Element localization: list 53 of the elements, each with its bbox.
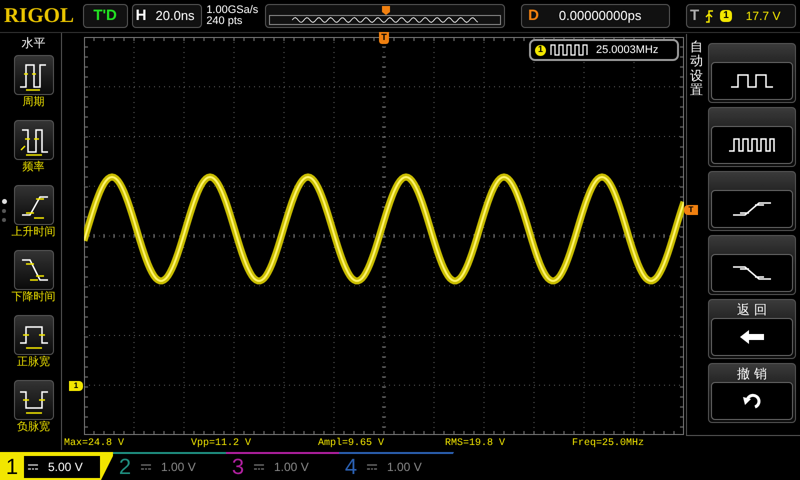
measure-label: 正脉宽 [17, 355, 50, 369]
measure-button[interactable] [14, 250, 54, 290]
menu-title: 自动设置 [690, 40, 703, 98]
pulse-train-icon [728, 137, 776, 153]
dc-coupling-icon [141, 464, 151, 470]
counter-channel: 1 [535, 44, 546, 56]
delay-value: 0.00000000ps [558, 7, 642, 26]
trigger-position-icon [382, 6, 390, 15]
trigger-position-marker: T [379, 32, 389, 44]
trigger-level-marker: T [684, 205, 698, 215]
square-wave-icon [730, 73, 774, 89]
trigger-source: 1 [720, 10, 732, 22]
measure-button[interactable] [14, 120, 54, 160]
measure-label: 负脉宽 [17, 420, 50, 434]
sample-rate: 1.00GSa/s [206, 5, 260, 16]
rising-edge-icon [705, 10, 714, 22]
delay-label: D [527, 6, 540, 26]
brand-logo: RIGOL [4, 2, 76, 30]
measure-button[interactable] [14, 185, 54, 225]
timebase-label: H [134, 6, 148, 26]
counter-value: 25.0003MHz [595, 42, 658, 58]
measurement-readout: RMS=19.8 V [444, 436, 506, 450]
menu-title: 水平 [20, 36, 46, 50]
measurement-readout: Vpp=11.2 V [190, 436, 252, 450]
channel-tab[interactable]: 1 5.00 V [0, 452, 115, 480]
measure-button[interactable] [14, 315, 54, 355]
run-status: T'D [82, 4, 128, 28]
left-arrow-icon [739, 329, 765, 345]
softkey-button[interactable]: 返 回 [708, 299, 796, 359]
channel-ground-marker: 1 [69, 381, 83, 391]
measurement-readout: Freq=25.0MHz [571, 436, 646, 450]
measure-label: 周期 [22, 95, 44, 109]
measure-button[interactable] [14, 380, 54, 420]
softkey-button[interactable] [708, 107, 796, 167]
undo-icon [742, 393, 762, 409]
measure-button[interactable] [14, 55, 54, 95]
measurement-readout: Ampl=9.65 V [317, 436, 386, 450]
measure-label: 频率 [22, 160, 44, 174]
measure-label: 上升时间 [12, 225, 56, 239]
dc-coupling-icon [367, 464, 377, 470]
dc-coupling-icon [28, 464, 38, 470]
trigger-level: 17.7 V [744, 8, 780, 25]
dc-coupling-icon [254, 464, 264, 470]
waveform-preview-icon [269, 15, 502, 25]
measurement-readout: Max=24.8 V [63, 436, 126, 450]
measure-label: 下降时间 [12, 290, 56, 304]
falling-edge-icon [732, 265, 772, 281]
pulse-train-icon [550, 44, 588, 56]
memory-depth: 240 pts [206, 16, 244, 27]
timebase-value: 20.0ns [154, 7, 195, 26]
trigger-label: T [690, 6, 700, 26]
rising-edge-icon [732, 201, 772, 217]
softkey-button[interactable]: 撤 销 [708, 363, 796, 423]
